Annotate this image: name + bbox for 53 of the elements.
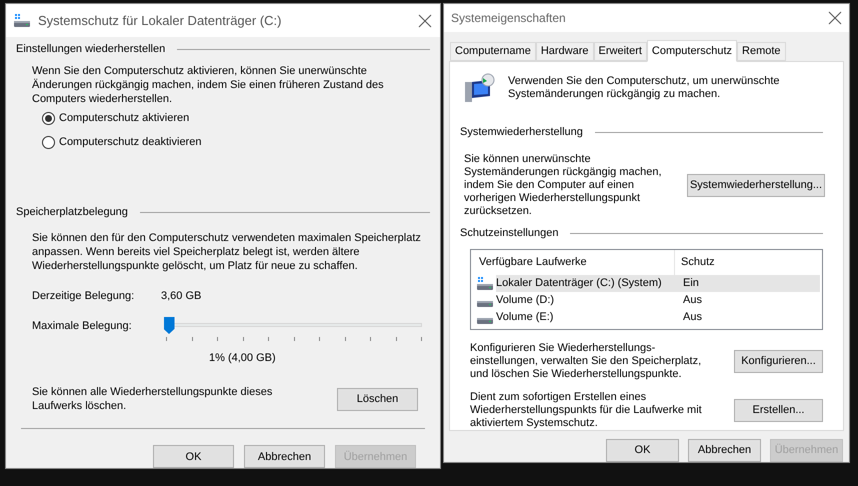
action-button[interactable]: Löschen (337, 388, 418, 410)
drive-icon (477, 318, 493, 324)
close-icon[interactable] (418, 14, 432, 28)
slider-reading: 1% (4,00 GB) (209, 351, 276, 365)
tab[interactable]: Remote (737, 42, 786, 61)
column-header[interactable]: Schutz (675, 250, 822, 275)
description-text: Dient zum sofortigen Erstellen eines Wiederherstellungspunkts für die Laufwerke mit aktiviertem Systemschutz. (470, 391, 703, 430)
close-icon[interactable] (828, 11, 842, 25)
section-heading: Systemwiederherstellung (460, 126, 583, 139)
radio-label: Computerschutz deaktivieren (59, 135, 202, 149)
radio-label: Computerschutz aktivieren (59, 111, 190, 125)
window-title: Systemeigenschaften (451, 10, 567, 27)
radio-button[interactable] (42, 136, 55, 148)
field-label: Derzeitige Belegung: (32, 289, 136, 303)
section-heading: Speicherplatzbelegung (16, 205, 128, 219)
tab[interactable]: Computerschutz (646, 40, 738, 62)
description-text: Konfigurieren Sie Wiederherstellungs-einstellungen, verwalten Sie den Speicherplatz, und löschen Sie Wiederherstellungspunkte. (470, 342, 702, 381)
tab[interactable]: Erweitert (594, 42, 647, 61)
tab[interactable]: Computername (450, 42, 536, 61)
description-text: Sie können den für den Computerschutz verwendeten maximalen Speicherplatz anpassen. Wenn bereits viel Speicherplatz belegt ist, werden ältere Wiederherstellungspunkte gelöscht, um Platz für neue zu schaffen. (31, 231, 422, 273)
dialog-button[interactable]: OK (606, 439, 679, 462)
dialog-button[interactable]: Abbrechen (688, 439, 761, 462)
section-heading: Einstellungen wiederherstellen (16, 42, 166, 56)
protection-status: Ein (682, 277, 699, 290)
drive-name: Volume (D:) (496, 294, 556, 307)
action-button[interactable]: Systemwiederherstellung... (687, 174, 825, 197)
action-button[interactable]: Konfigurieren... (734, 350, 823, 373)
description-text: Wenn Sie den Computerschutz aktivieren, können Sie unerwünschte Änderungen rückgängig machen, indem Sie einen früheren Zustand des Computers wiederherstellen. (31, 64, 385, 106)
field-label: Maximale Belegung: (32, 319, 133, 333)
slider[interactable] (161, 317, 422, 334)
section-heading: Schutzeinstellungen (460, 227, 558, 240)
dialog-button[interactable]: OK (153, 445, 234, 468)
radio-button[interactable] (42, 112, 55, 124)
window-title: Systemschutz für Lokaler Datenträger (C:) (38, 12, 282, 30)
list-row[interactable]: Volume (D:) Aus (496, 292, 820, 309)
drive-icon (477, 300, 493, 306)
action-button[interactable]: Erstellen... (734, 399, 823, 422)
computer-restore-icon (464, 72, 496, 104)
slider-thumb[interactable] (164, 317, 175, 334)
system-drive-icon (477, 277, 493, 290)
field-value: 3,60 GB (161, 289, 202, 303)
drive-name: Lokaler Datenträger (C:) (System) (496, 277, 663, 290)
description-text: Sie können unerwünschte Systemänderungen rückgängig machen, indem Sie den Computer auf einen vorherigen Wiederherstellungspunkt zurücksetzen. (464, 153, 663, 218)
list-row[interactable]: Volume (E:) Aus (496, 309, 820, 326)
tab[interactable]: Hardware (536, 42, 594, 61)
description-text: Sie können alle Wiederherstellungspunkte dieses Laufwerks löschen. (32, 385, 274, 413)
list-row[interactable]: Lokaler Datenträger (C:) (System) Ein (496, 275, 820, 292)
system-drive-icon (14, 14, 30, 27)
dialog-button[interactable]: Abbrechen (244, 445, 325, 468)
protection-status: Aus (682, 294, 702, 307)
drive-name: Volume (E:) (496, 311, 554, 324)
intro-text: Verwenden Sie den Computerschutz, um unerwünschte Systemänderungen rückgängig zu machen. (508, 75, 780, 102)
protection-status: Aus (682, 311, 702, 324)
